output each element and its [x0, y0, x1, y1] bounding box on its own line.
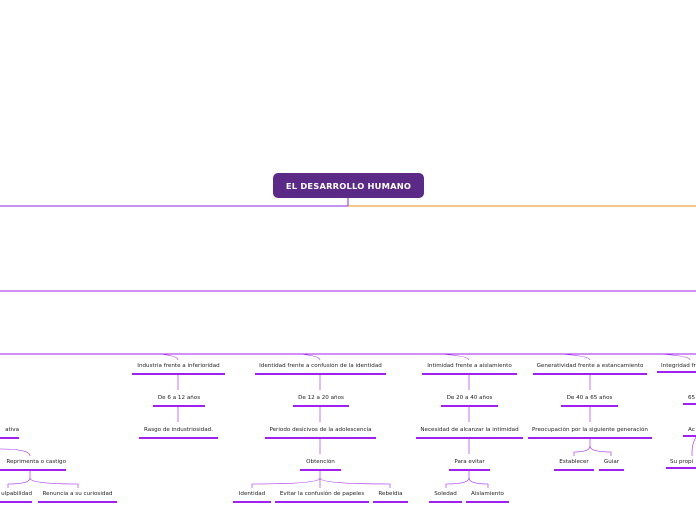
root-node[interactable]: EL DESARROLLO HUMANO: [273, 173, 424, 198]
age-node-40-65[interactable]: De 40 a 65 años: [561, 392, 618, 407]
connector-lines: [0, 198, 696, 488]
feature-node-industriosidad[interactable]: Rasgo de industriosidad.: [139, 424, 218, 439]
age-node-12-20[interactable]: De 12 a 20 años: [293, 392, 349, 407]
branch-line-left: [0, 198, 349, 207]
leaf-node-guiar[interactable]: Guiar: [599, 456, 624, 471]
leaf-node-identidad[interactable]: Identidad: [233, 488, 271, 503]
leaf-node-confusion-papeles[interactable]: Evitar la confusión de papeles: [275, 488, 369, 503]
feature-node-intimidad[interactable]: Necesidad de alcanzar la intimidad: [416, 424, 523, 439]
age-node-6-12[interactable]: De 6 a 12 años: [153, 392, 205, 407]
age-node-65[interactable]: 65: [683, 392, 696, 405]
crisis-node-intimidad[interactable]: Intimidad frente a aislamiento: [422, 360, 517, 375]
leaf-node-culpabilidad[interactable]: ulpabilidad: [0, 488, 32, 503]
feature-node-generacion[interactable]: Preocupación por la siguiente generación: [528, 424, 652, 439]
crisis-node-generatividad[interactable]: Generatividad frente a estancamiento: [533, 360, 647, 375]
crisis-node-integridad[interactable]: Integridad fr: [657, 360, 696, 373]
sub-node-reprimenta[interactable]: Reprimenta o castigo: [0, 456, 66, 471]
leaf-node-soledad[interactable]: Soledad: [429, 488, 462, 503]
leaf-node-aislamiento[interactable]: Aislamiento: [466, 488, 509, 503]
age-node-20-40[interactable]: De 20 a 40 años: [441, 392, 498, 407]
leaf-node-establecer[interactable]: Establecer: [554, 456, 594, 471]
leaf-node-renuncia-curiosidad[interactable]: Renuncia a su curiosidad: [38, 488, 117, 503]
crisis-node-industria[interactable]: Industria frente a inferioridad: [132, 360, 225, 375]
sub-node-para-evitar[interactable]: Para evitar: [449, 456, 490, 471]
feature-node-left-fragment[interactable]: ativa: [0, 424, 19, 439]
crisis-node-identidad[interactable]: Identidad frente a confusión de la ident…: [255, 360, 386, 375]
feature-node-adolescencia[interactable]: Periodo desicivos de la adolescencia: [265, 424, 376, 439]
leaf-node-rebeldia[interactable]: Rebeldia: [373, 488, 408, 503]
sub-node-obtencion[interactable]: Obtención: [300, 456, 341, 471]
sub-node-su-propi[interactable]: Su propi: [666, 456, 696, 469]
feature-node-ac[interactable]: Ac: [683, 424, 696, 437]
